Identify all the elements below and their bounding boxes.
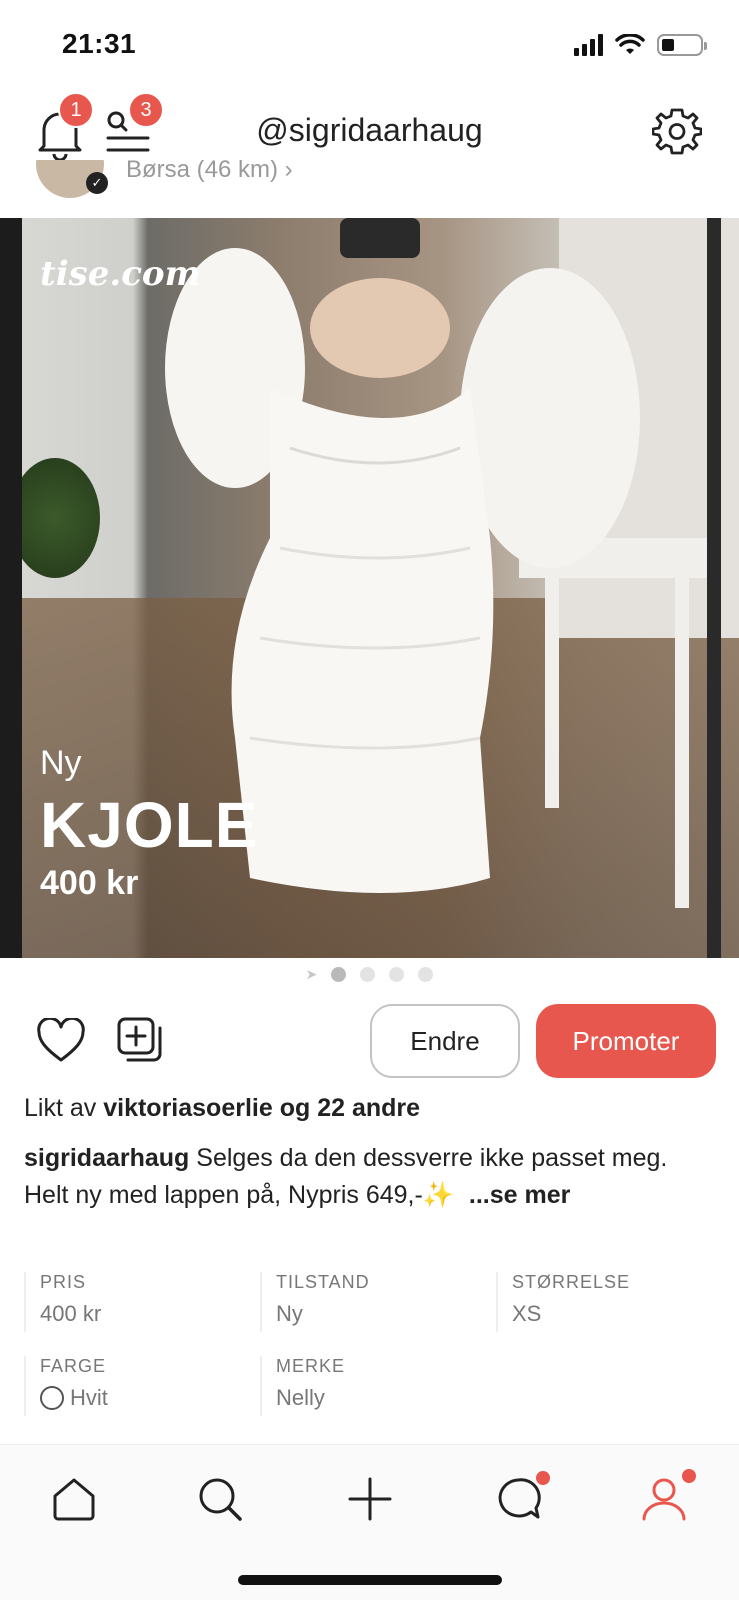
see-more-link[interactable]: ...se mer: [469, 1181, 570, 1209]
plus-icon: [348, 1477, 392, 1521]
profile-notification-dot: [682, 1469, 696, 1483]
attribute-label: FARGE: [40, 1356, 107, 1376]
settings-button[interactable]: [652, 102, 708, 158]
like-button[interactable]: [36, 1016, 86, 1064]
home-icon: [53, 1478, 95, 1521]
heart-icon: [37, 1016, 85, 1062]
description-line2: Helt ny med lappen på, Nypris 649,-✨: [24, 1181, 454, 1209]
photo-condition: Ny: [40, 744, 82, 782]
battery-icon: [657, 34, 707, 56]
photo-mirror-frame: [707, 218, 721, 958]
description-author[interactable]: sigridaarhaug: [24, 1144, 189, 1172]
status-icons: [574, 34, 707, 56]
attribute-label: STØRRELSE: [512, 1272, 631, 1292]
tab-home[interactable]: [44, 1469, 104, 1529]
pagination-dot[interactable]: [331, 966, 347, 982]
seller-info[interactable]: ✓ Børsa (46 km) ›: [0, 160, 739, 218]
tab-search[interactable]: [190, 1469, 250, 1529]
tise-watermark: tise.com: [40, 254, 201, 294]
attribute-label: TILSTAND: [276, 1272, 370, 1292]
attribute-value: Nelly: [276, 1385, 325, 1410]
pagination-dot[interactable]: [418, 966, 434, 982]
chat-icon: [498, 1478, 541, 1519]
page-title[interactable]: @sigridaarhaug: [0, 112, 739, 149]
listing-actions: Endre Promoter: [0, 1002, 739, 1078]
bottom-tab-bar: [0, 1444, 739, 1600]
seller-location[interactable]: Børsa (46 km) ›: [126, 160, 293, 184]
attribute-color: FARGE Hvit: [24, 1356, 244, 1416]
attribute-value: Hvit: [70, 1385, 108, 1410]
listing-description: sigridaarhaug Selges da den dessverre ik…: [24, 1140, 714, 1214]
promote-button[interactable]: Promoter: [536, 1004, 716, 1078]
attribute-label: PRIS: [40, 1272, 87, 1292]
attribute-value: 400 kr: [40, 1301, 102, 1326]
attribute-brand: MERKE Nelly: [260, 1356, 480, 1416]
tab-profile[interactable]: [634, 1469, 696, 1529]
pagination-dot[interactable]: [389, 966, 405, 982]
likes-others[interactable]: 22 andre: [317, 1094, 420, 1122]
photo-title: KJOLE: [40, 789, 259, 861]
messages-notification-dot: [536, 1471, 550, 1485]
profile-header: 1 3 @sigridaarhaug: [0, 90, 739, 170]
add-to-collection-button[interactable]: [116, 1016, 164, 1064]
attribute-price: PRIS 400 kr: [24, 1272, 244, 1332]
likes-prefix: Likt av: [24, 1094, 97, 1122]
pagination-dot[interactable]: [360, 966, 376, 982]
attribute-value: XS: [512, 1301, 542, 1326]
edit-button[interactable]: Endre: [370, 1004, 520, 1078]
wifi-icon: [615, 34, 645, 54]
location-arrow-icon: ➤: [305, 965, 318, 982]
home-indicator: [238, 1575, 502, 1585]
photo-plant: [10, 458, 100, 578]
attribute-size: STØRRELSE XS: [496, 1272, 716, 1332]
profile-icon: [642, 1478, 686, 1521]
photo-pagination[interactable]: ➤: [0, 962, 739, 986]
status-time: 21:31: [62, 28, 137, 59]
attribute-value: Ny: [276, 1301, 303, 1326]
listing-photo[interactable]: tise.com Ny KJOLE 400 kr: [0, 218, 739, 958]
tab-messages[interactable]: [488, 1469, 550, 1529]
attribute-condition: TILSTAND Ny: [260, 1272, 480, 1332]
photo-price: 400 kr: [40, 864, 139, 902]
photo-mirror-frame: [0, 218, 22, 958]
verified-check-icon: ✓: [86, 172, 108, 194]
likes-joiner: og: [279, 1094, 311, 1122]
status-bar: 21:31: [0, 0, 739, 90]
photo-table-leg: [675, 578, 689, 908]
liked-by[interactable]: Likt av viktoriasoerlie og 22 andre: [24, 1094, 420, 1123]
attribute-label: MERKE: [276, 1356, 346, 1376]
gear-icon: [652, 108, 702, 155]
signal-icon: [574, 34, 603, 56]
color-swatch: [40, 1386, 64, 1410]
add-to-collection-icon: [117, 1017, 162, 1062]
description-line1: Selges da den dessverre ikke passet meg.: [196, 1144, 668, 1172]
liked-by-user[interactable]: viktoriasoerlie: [103, 1094, 273, 1122]
search-icon: [199, 1478, 242, 1521]
tab-create[interactable]: [340, 1469, 400, 1529]
